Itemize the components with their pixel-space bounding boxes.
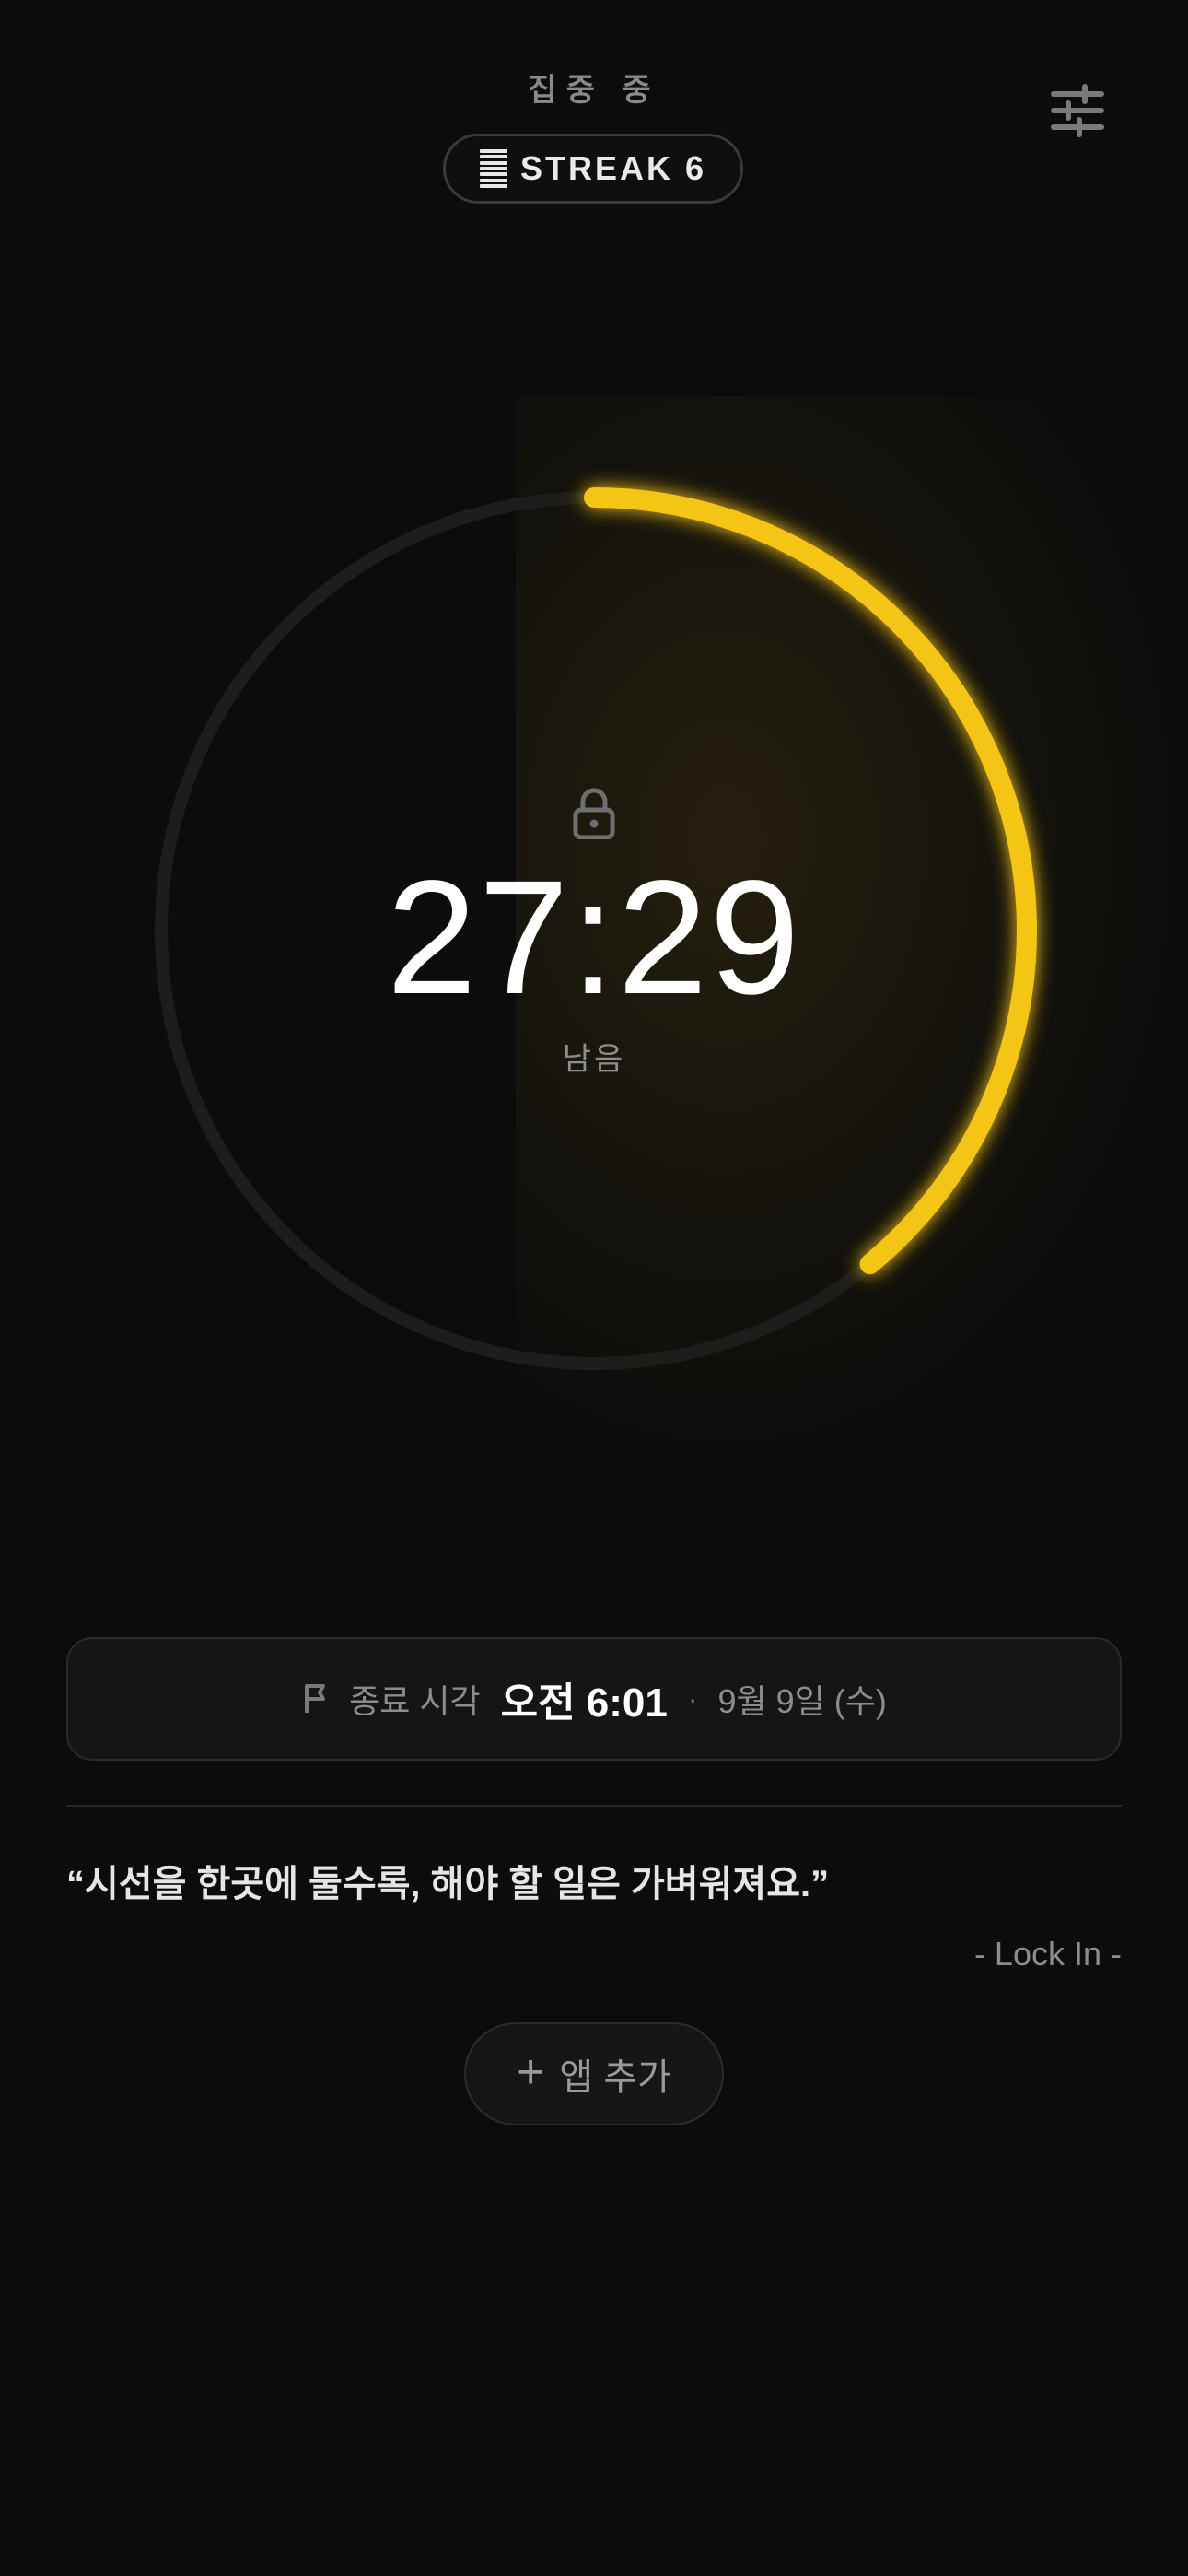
lock-icon (573, 788, 615, 839)
separator-dot: · (687, 1681, 698, 1715)
end-time-card: 종료 시각 오전 6:01 · 9월 9일 (수) (66, 1637, 1122, 1761)
flag-icon (305, 1684, 326, 1713)
timer-area: 27:29 남음 (0, 0, 1188, 1566)
progress-ring (155, 487, 1037, 1370)
remaining-label: 남음 (562, 1042, 626, 1077)
end-time-label: 종료 시각 (349, 1682, 481, 1720)
quote-author: - Lock In - (973, 1935, 1122, 1973)
time-remaining: 27:29 (386, 848, 802, 1028)
end-time-value: 오전 6:01 (500, 1680, 668, 1726)
divider (66, 1805, 1122, 1807)
add-app-label: 앱 추가 (559, 2057, 671, 2098)
plus-icon: + (517, 2045, 545, 2099)
quote-text: “시선을 한곳에 둘수록, 해야 할 일은 가벼워져요.” (66, 1864, 830, 1904)
end-date-value: 9월 9일 (수) (717, 1682, 887, 1720)
add-app-button[interactable]: + 앱 추가 (464, 2022, 724, 2125)
